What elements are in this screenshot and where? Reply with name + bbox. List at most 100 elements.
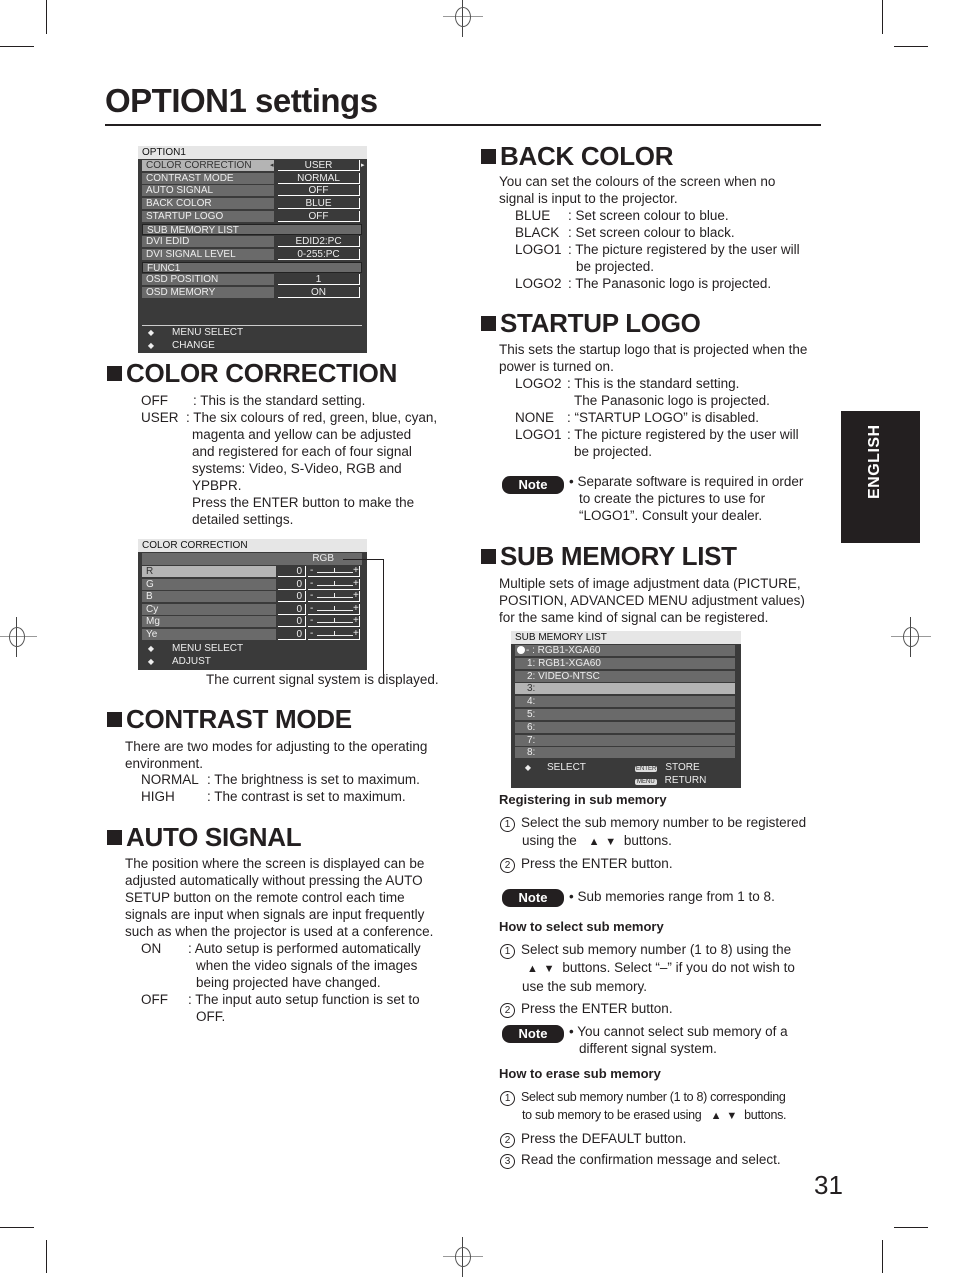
registering-note: Note <box>502 889 564 907</box>
menu-row[interactable]: SUB MEMORY LIST <box>142 223 362 236</box>
def-key: OFF <box>141 992 168 1007</box>
sub-memory-row-label: 2: VIDEO-NTSC <box>515 670 735 682</box>
sub-memory-row[interactable]: 5: <box>515 709 737 720</box>
back-color-intro: You can set the colours of the screen wh… <box>499 173 775 207</box>
menu-row[interactable]: BACK COLOR BLUE <box>142 198 362 210</box>
osd-footer-return: MENU RETURN <box>635 775 706 786</box>
osd-header: COLOR CORRECTION <box>138 539 367 552</box>
menu-row[interactable]: AUTO SIGNAL OFF <box>142 185 362 197</box>
startup-logo-intro: This sets the startup logo that is proje… <box>499 341 807 375</box>
selecting-note: Note <box>502 1025 564 1043</box>
def-key: BLUE <box>515 208 551 223</box>
menu-row[interactable]: OSD MEMORY ON <box>142 287 362 298</box>
menu-row-value: OFF <box>278 210 360 222</box>
heading-bullet-icon <box>481 149 496 164</box>
menu-row-label: FUNC1 <box>142 261 362 274</box>
para-line: power is turned on. <box>499 359 614 374</box>
sub-memory-row[interactable]: 3: <box>515 683 737 695</box>
erasing-step-3: 3 Read the confirmation message and selec… <box>500 1151 781 1169</box>
menu-row[interactable]: COLOR CORRECTION USER ◂ ▸ <box>142 160 365 171</box>
sub-memory-row[interactable]: 2: VIDEO-NTSC <box>515 670 737 682</box>
step-number-icon: 2 <box>500 1133 515 1148</box>
adjust-slider[interactable]: - + <box>308 603 360 615</box>
adjust-row[interactable]: G 0- + <box>142 577 362 590</box>
adjust-slider[interactable]: - + <box>308 565 360 577</box>
heading-sub-memory-list: SUB MEMORY LIST <box>481 541 737 572</box>
def-text: : “STARTUP LOGO” is disabled. <box>567 410 760 425</box>
menu-row-value: OFF <box>278 185 360 197</box>
footer-label: MENU SELECT <box>172 327 244 338</box>
signal-row: RGB <box>142 553 362 565</box>
sub-memory-intro: Multiple sets of image adjustment data (… <box>499 575 805 626</box>
sub-memory-row[interactable]: - : RGB1-XGA60 <box>515 645 737 656</box>
adjust-slider[interactable]: - + <box>308 590 360 603</box>
menu-row[interactable]: DVI EDID EDID2:PC <box>142 236 362 248</box>
step-text: buttons. <box>623 833 672 848</box>
registration-mark-icon <box>443 1237 483 1277</box>
def-key: LOGO1 <box>515 427 562 442</box>
adjust-row[interactable]: B 0- + <box>142 590 362 603</box>
menu-row[interactable]: DVI SIGNAL LEVEL 0-255:PC <box>142 248 362 260</box>
sub-memory-row[interactable]: 7: <box>515 734 737 746</box>
sub-memory-list-screen: SUB MEMORY LIST - : RGB1-XGA60 1: RGB1-XG… <box>511 631 741 788</box>
step-number-icon: 3 <box>500 1154 515 1169</box>
def-line: be projected. <box>576 259 655 274</box>
adjust-row[interactable]: Mg 0- + <box>142 615 362 628</box>
menu-row-value: 1 <box>278 274 360 286</box>
sub-memory-row[interactable]: 4: <box>515 696 737 708</box>
slider-thumb <box>334 580 335 586</box>
adjust-row-label: B <box>142 591 276 603</box>
adjust-slider[interactable]: - + <box>308 628 360 640</box>
menu-row[interactable]: STARTUP LOGO OFF <box>142 210 362 222</box>
slider-minus: - <box>310 615 314 627</box>
def-line: YPBPR. <box>192 478 242 493</box>
step-text: Select the sub memory number to be regis… <box>521 815 807 830</box>
heading-color-correction: COLOR CORRECTION <box>107 358 397 389</box>
heading-text: COLOR CORRECTION <box>126 358 398 388</box>
sub-memory-row-label: 1: RGB1-XGA60 <box>515 657 735 669</box>
osd-header: SUB MEMORY LIST <box>511 631 741 644</box>
slider-plus: + <box>353 577 359 589</box>
heading-bullet-icon <box>107 712 122 727</box>
menu-row[interactable]: FUNC1 <box>142 261 362 274</box>
step-text: Select sub memory number (1 to 8) corres… <box>521 1090 786 1104</box>
signal-system-label: RGB <box>312 553 334 564</box>
adjust-row[interactable]: Cy 0- + <box>142 603 362 615</box>
crop-mark <box>46 0 47 34</box>
auto-signal-defs: ON: Auto setup is performed automaticall… <box>141 940 461 1025</box>
adjust-row[interactable]: Ye 0- + <box>142 628 362 640</box>
subheading-selecting: How to select sub memory <box>499 919 664 934</box>
para-line: There are two modes for adjusting to the… <box>125 739 428 754</box>
osd-divider <box>142 325 362 326</box>
sub-memory-row-label: 8: <box>515 747 735 759</box>
up-down-arrows-icon: ◆ <box>524 763 532 772</box>
adjust-slider[interactable]: - + <box>308 577 360 590</box>
def-text: : Set screen colour to blue. <box>568 208 729 223</box>
def-line: Press the ENTER button to make the <box>192 495 415 510</box>
def-text: : The brightness is set to maximum. <box>207 772 420 787</box>
adjust-slider[interactable]: - + <box>308 615 360 628</box>
sub-memory-row[interactable]: 8: <box>515 747 737 759</box>
slider-thumb <box>334 605 335 611</box>
note-line: • Separate software is required in order <box>569 474 804 489</box>
def-line: : The six colours of red, green, blue, c… <box>186 410 438 425</box>
def-line: being projected have changed. <box>196 975 381 990</box>
menu-row[interactable]: OSD POSITION 1 <box>142 274 362 286</box>
sub-memory-row[interactable]: 1: RGB1-XGA60 <box>515 657 737 669</box>
up-down-arrows-icon: ◆ <box>147 644 155 653</box>
title-rule <box>105 124 821 126</box>
slider-thumb <box>334 568 335 573</box>
adjust-row[interactable]: R 0- + <box>142 565 362 577</box>
menu-row-label: STARTUP LOGO <box>142 210 274 222</box>
crop-mark <box>894 46 928 47</box>
sub-memory-row[interactable]: 6: <box>515 721 737 733</box>
registration-mark-icon <box>443 0 483 37</box>
menu-row-label: DVI SIGNAL LEVEL <box>142 248 274 260</box>
para-line: environment. <box>125 756 204 771</box>
menu-row[interactable]: CONTRAST MODE NORMAL <box>142 172 362 184</box>
adjust-row-value: 0 <box>278 566 306 577</box>
def-key: LOGO1 <box>515 242 562 257</box>
def-key: LOGO2 <box>515 276 562 291</box>
adjust-row-label: Ye <box>142 629 276 640</box>
slider-thumb <box>334 593 335 599</box>
